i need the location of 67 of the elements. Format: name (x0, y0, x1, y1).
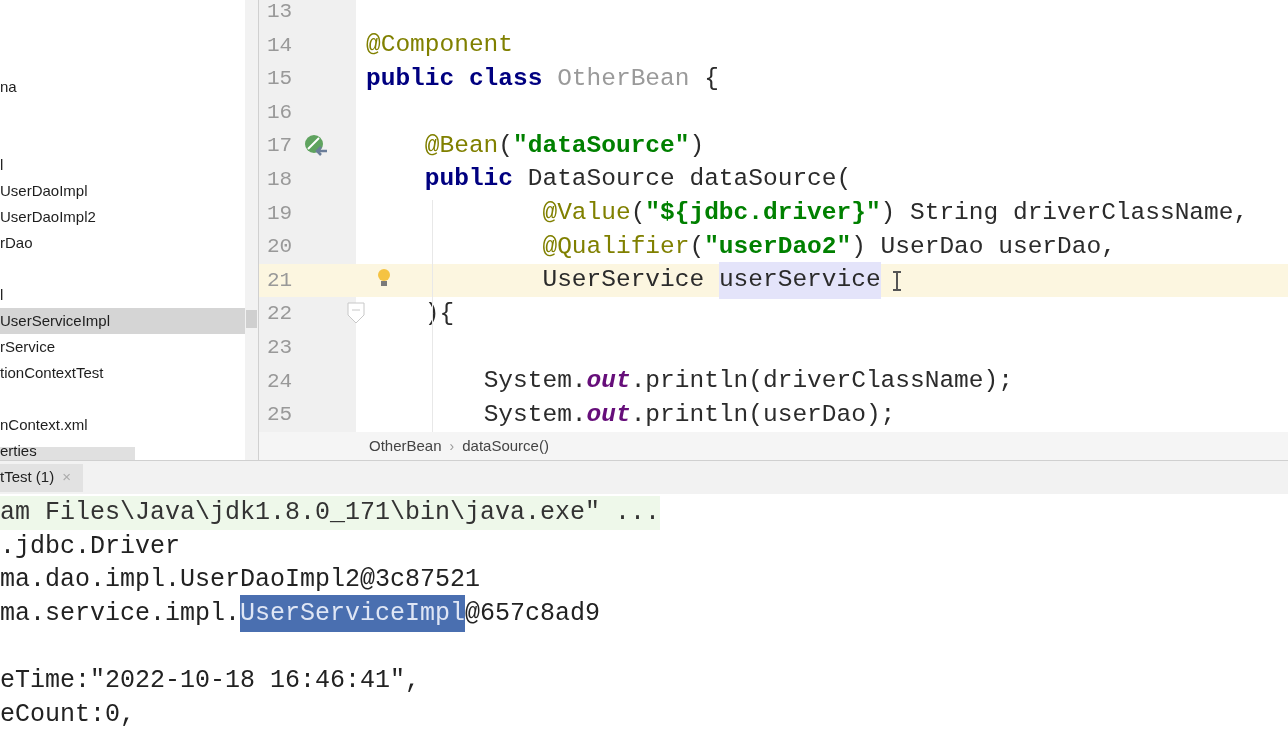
lightbulb-icon[interactable] (377, 267, 391, 288)
tree-item[interactable]: na (0, 74, 245, 100)
tree-item[interactable]: l (0, 152, 245, 178)
code-text: "dataSource" (513, 130, 690, 161)
line-number: 19 (267, 200, 293, 227)
code-text: public (424, 164, 515, 195)
tree-item[interactable]: erties (0, 438, 245, 464)
code-text: public class (366, 63, 544, 94)
horizontal-scrollbar[interactable] (0, 447, 135, 460)
code-text: @Value (542, 198, 631, 228)
breadcrumb-item[interactable]: dataSource() (462, 434, 549, 458)
code-text: out (586, 399, 631, 430)
line-number: 14 (267, 32, 293, 59)
line-number: 13 (267, 0, 293, 26)
tree-item[interactable]: UserDaoImpl2 (0, 204, 245, 230)
tree-item[interactable]: UserServiceImpl (0, 308, 245, 334)
code-text: UserService (542, 265, 706, 296)
run-tab[interactable]: tTest (1) × (0, 463, 83, 492)
console-text: @657c8ad9 (465, 597, 601, 630)
code-text: @Qualifier (542, 231, 690, 262)
line-number: 17 (267, 133, 293, 160)
console-text: ma.service.impl. (0, 597, 241, 630)
code-text: "userDao2" (704, 231, 852, 262)
line-number: 20 (267, 234, 293, 261)
tree-item[interactable]: tionContextTest (0, 360, 245, 386)
code-text: DataSource dataSource( (527, 164, 852, 195)
line-number: 15 (267, 66, 293, 93)
code-text: ( (689, 231, 705, 262)
chevron-icon: › (449, 435, 455, 457)
line-number: 21 (267, 267, 293, 294)
breadcrumb-item[interactable]: OtherBean (369, 434, 442, 458)
code-editor[interactable] (259, 0, 1288, 432)
line-number: 22 (267, 301, 293, 328)
tree-item[interactable]: UserDaoImpl (0, 178, 245, 204)
code-text: ( (630, 198, 646, 228)
code-text: System. (483, 365, 587, 396)
code-text: ( (498, 130, 514, 161)
code-text: ) UserDao userDao, (851, 231, 1116, 262)
console-text: am Files\Java\jdk1.8.0_171\bin\java.exe" ... (0, 497, 661, 530)
code-text: { (704, 63, 719, 94)
code-text: "${jdbc.driver}" (645, 198, 881, 228)
code-text: ) String driverClassName, (880, 198, 1249, 228)
line-number: 25 (267, 402, 293, 429)
line-number: 18 (267, 167, 293, 193)
tree-item[interactable]: rDao (0, 230, 245, 256)
line-number: 23 (267, 335, 293, 361)
code-text: .println(driverClassName); (630, 365, 1013, 396)
line-number: 24 (267, 368, 293, 395)
code-text: .println(userDao); (630, 399, 896, 430)
code-text: out (586, 365, 631, 396)
code-text: @Component (366, 30, 514, 60)
highlighted-code-text: userService (718, 262, 881, 299)
console-text: eCount:0, (0, 698, 136, 731)
tree-item[interactable]: nContext.xml (0, 412, 245, 438)
code-text: System. (483, 399, 587, 430)
line-number: 16 (267, 99, 293, 126)
tree-item[interactable]: l (0, 282, 245, 308)
tree-item[interactable]: rService (0, 334, 245, 360)
console-text: eTime:"2022-10-18 16:46:41", (0, 665, 421, 697)
text-cursor-icon (892, 270, 901, 291)
code-text: @Bean (424, 130, 499, 161)
code-text: OtherBean (557, 63, 690, 94)
scrollbar-thumb[interactable] (246, 310, 257, 328)
console-text: ma.dao.impl.UserDaoImpl2@3c87521 (0, 564, 481, 597)
code-text: ) (689, 130, 705, 161)
bean-icon[interactable] (303, 133, 329, 158)
console-text: .jdbc.Driver (0, 530, 181, 563)
